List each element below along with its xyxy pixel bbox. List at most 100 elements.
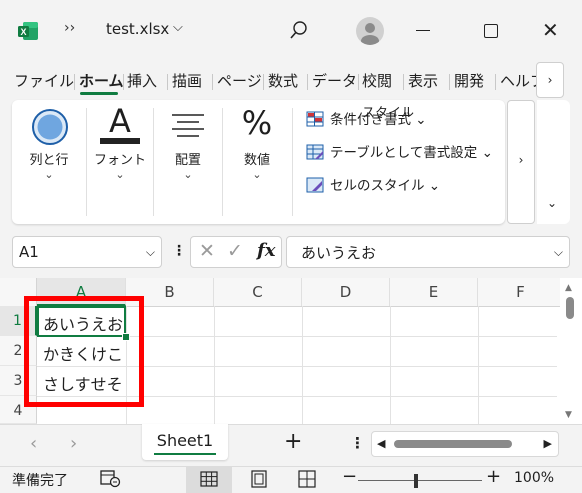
zoom-slider[interactable]	[358, 480, 482, 481]
tab-formulas[interactable]: 数式	[268, 70, 298, 91]
horizontal-scroll-thumb[interactable]	[394, 440, 512, 448]
tab-file[interactable]: ファイル	[14, 70, 74, 91]
worksheet-grid[interactable]: A B C D E F 1 2 3 4 あいうえお かきくけこ さしすせそ	[0, 278, 564, 424]
zoom-out-button[interactable]: −	[342, 466, 357, 487]
maximize-button[interactable]	[484, 24, 498, 38]
tab-developer[interactable]: 開発	[454, 70, 484, 91]
ribbon-more-button[interactable]: ›	[507, 100, 535, 224]
chevron-down-icon: ⌄	[115, 168, 125, 181]
tab-insert[interactable]: 挿入	[127, 70, 157, 91]
column-header[interactable]: D	[302, 278, 390, 306]
tab-separator	[307, 74, 308, 90]
vertical-scroll-thumb[interactable]	[566, 297, 574, 319]
tab-separator	[74, 74, 75, 90]
ribbon-tab-bar: ファイル ホーム 挿入 描画 ページ 数式 データ 校閲 表示 開発 ヘルプ	[0, 62, 582, 98]
grid-line	[214, 306, 215, 424]
format-as-table-label: テーブルとして書式設定 ⌄	[330, 145, 493, 161]
styles-group-label: スタイル	[362, 106, 415, 121]
name-box[interactable]: A1 ⌵	[12, 236, 162, 268]
conditional-formatting-icon	[306, 111, 324, 127]
tab-data[interactable]: データ	[312, 70, 357, 91]
more-options-icon[interactable]: ⋮	[172, 243, 186, 259]
tab-review[interactable]: 校閲	[362, 70, 392, 91]
alignment-group[interactable]: 配置 ⌄	[154, 100, 222, 224]
chevron-down-icon: ⌄	[252, 168, 262, 181]
enter-check-icon[interactable]: ✓	[227, 240, 243, 262]
ribbon-collapse-button[interactable]: ⌄	[537, 100, 570, 224]
sheet-tab[interactable]: Sheet1	[142, 424, 228, 460]
title-chevron-down-icon[interactable]: ⌵	[173, 20, 183, 35]
tab-separator	[495, 74, 496, 90]
rows-columns-icon	[32, 109, 68, 145]
tab-draw[interactable]: 描画	[172, 70, 202, 91]
column-header[interactable]: E	[390, 278, 478, 306]
expand-formula-bar-icon[interactable]: ⌵	[554, 245, 563, 260]
tab-separator	[212, 74, 213, 90]
tab-separator	[449, 74, 450, 90]
cancel-icon[interactable]: ✕	[199, 240, 215, 262]
tab-page-layout[interactable]: ページ	[217, 70, 262, 91]
formula-input[interactable]: あいうえお ⌵	[286, 236, 570, 268]
minimize-button[interactable]	[416, 30, 430, 31]
ribbon-separator	[292, 108, 293, 216]
avatar[interactable]	[356, 17, 384, 45]
scroll-down-icon[interactable]: ▼	[565, 410, 572, 420]
zoom-slider-thumb[interactable]	[414, 474, 419, 488]
tab-scroll-right-button[interactable]: ›	[536, 62, 564, 98]
status-text: 準備完了	[12, 473, 68, 489]
active-sheet-indicator	[154, 453, 216, 455]
chevron-down-icon[interactable]: ⌵	[146, 245, 155, 260]
grid-view-icon	[200, 471, 218, 487]
sheet-options-icon[interactable]: ⋮	[350, 434, 365, 452]
page-layout-view-button[interactable]	[250, 470, 268, 492]
ribbon-panel: 列と行 ⌄ A フォント ⌄ 配置 ⌄ % 数値 ⌄ 条件付き書式 ⌄ テーブル…	[12, 100, 505, 224]
scroll-up-icon[interactable]: ▲	[565, 283, 572, 293]
page-break-view-button[interactable]	[298, 470, 316, 492]
scroll-right-icon[interactable]: ▶	[544, 437, 552, 450]
tab-help[interactable]: ヘルプ	[500, 70, 536, 91]
column-header[interactable]: C	[214, 278, 302, 306]
horizontal-scrollbar[interactable]: ◀ ▶	[371, 431, 559, 457]
cell-styles-icon	[306, 177, 324, 193]
formula-value: あいうえお	[301, 244, 377, 262]
rows-columns-group[interactable]: 列と行 ⌄	[12, 100, 86, 224]
percent-icon: %	[241, 104, 273, 142]
format-as-table-button[interactable]: テーブルとして書式設定 ⌄	[306, 141, 493, 161]
grid-line	[302, 306, 303, 424]
alignment-icon	[172, 114, 204, 137]
tab-home[interactable]: ホーム	[79, 70, 124, 91]
font-group[interactable]: A フォント ⌄	[87, 100, 153, 224]
insert-function-icon[interactable]: fx	[257, 240, 275, 261]
alignment-label: 配置	[174, 153, 201, 168]
cell-styles-button[interactable]: セルのスタイル ⌄	[306, 174, 440, 194]
font-icon: A	[109, 102, 131, 140]
tab-view[interactable]: 表示	[408, 70, 438, 91]
active-tab-indicator	[80, 92, 118, 95]
chevron-down-icon: ⌄	[547, 196, 558, 210]
vertical-scrollbar[interactable]: ▲ ▼	[560, 278, 582, 424]
add-sheet-button[interactable]: +	[284, 429, 302, 454]
grid-line	[478, 306, 479, 424]
file-title[interactable]: test.xlsx	[106, 20, 169, 38]
next-sheet-icon[interactable]: ›	[70, 433, 77, 454]
accessibility-checker-icon[interactable]	[100, 470, 122, 488]
font-color-bar	[100, 138, 140, 144]
search-icon[interactable]	[288, 19, 310, 41]
column-header[interactable]: F	[478, 278, 564, 306]
number-label: 数値	[243, 153, 270, 168]
scroll-left-icon[interactable]: ◀	[377, 437, 385, 450]
close-button[interactable]: ✕	[542, 20, 559, 40]
number-group[interactable]: % 数値 ⌄	[223, 100, 291, 224]
excel-app-icon[interactable]: X	[17, 20, 39, 42]
chevron-down-icon: ⌄	[44, 168, 54, 181]
normal-view-button[interactable]	[186, 466, 232, 493]
chevron-down-icon: ⌄	[183, 168, 193, 181]
previous-sheet-icon[interactable]: ‹	[30, 433, 37, 454]
zoom-in-button[interactable]: +	[486, 466, 501, 487]
highlight-annotation	[24, 296, 144, 407]
grid-line	[390, 306, 391, 424]
page-layout-icon	[251, 470, 267, 488]
more-commands-icon[interactable]: ››	[64, 20, 75, 36]
font-label: フォント	[93, 153, 146, 168]
zoom-level[interactable]: 100%	[514, 470, 554, 486]
